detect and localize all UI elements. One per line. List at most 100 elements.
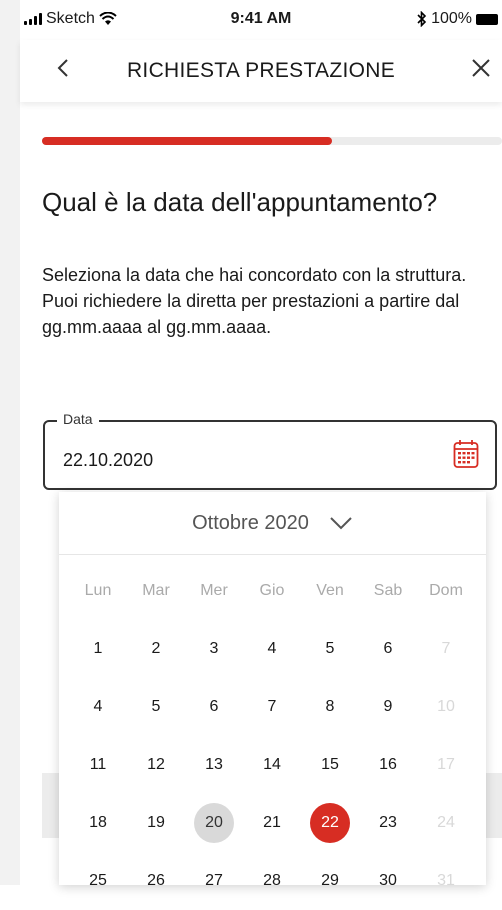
calendar-day[interactable]: 27 xyxy=(185,861,243,901)
calendar-day[interactable]: 21 xyxy=(243,803,301,843)
calendar-day[interactable]: 30 xyxy=(359,861,417,901)
calendar-day-number: 31 xyxy=(437,872,455,889)
calendar-day-number: 5 xyxy=(151,698,161,715)
calendar-day[interactable]: 4 xyxy=(69,687,127,727)
calendar-day-number: 6 xyxy=(383,640,393,657)
calendar-day[interactable]: 8 xyxy=(301,687,359,727)
calendar-day[interactable]: 11 xyxy=(69,745,127,785)
calendar-day-number: 29 xyxy=(321,872,339,889)
calendar-day-number: 11 xyxy=(89,756,107,773)
calendar-day-number: 21 xyxy=(263,814,281,831)
calendar-day[interactable]: 3 xyxy=(185,629,243,669)
calendar-day: 31 xyxy=(417,861,475,901)
calendar-day-number: 18 xyxy=(89,814,107,831)
calendar-week-row: 4 5 6 7 8 9 10 xyxy=(69,678,479,736)
page-title: RICHIESTA PRESTAZIONE xyxy=(126,59,396,82)
calendar-popover: Ottobre 2020 Lun Mar Mer Gio Ven Sab Dom 1 2 3 4 5 6… xyxy=(59,492,486,889)
calendar-day-number: 30 xyxy=(379,872,397,889)
calendar-day[interactable]: 29 xyxy=(301,861,359,901)
weekday-label: Ven xyxy=(316,582,344,599)
calendar-day[interactable]: 20 xyxy=(185,803,243,843)
calendar-day[interactable]: 22 xyxy=(301,803,359,843)
calendar-day[interactable]: 6 xyxy=(185,687,243,727)
calendar-day-number: 4 xyxy=(267,640,277,657)
weekday-header-row: Lun Mar Mer Gio Ven Sab Dom xyxy=(69,562,479,620)
calendar-day[interactable]: 14 xyxy=(243,745,301,785)
calendar-day[interactable]: 7 xyxy=(243,687,301,727)
calendar-icon[interactable] xyxy=(453,439,479,469)
month-selector[interactable]: Ottobre 2020 xyxy=(59,492,486,555)
calendar-day-number: 28 xyxy=(263,872,281,889)
status-right: 100% xyxy=(417,10,498,28)
calendar-day-number: 23 xyxy=(379,814,397,831)
calendar-day[interactable]: 25 xyxy=(69,861,127,901)
close-icon xyxy=(472,59,490,77)
calendar-day[interactable]: 4 xyxy=(243,629,301,669)
progress-fill xyxy=(42,137,332,145)
calendar-day[interactable]: 12 xyxy=(127,745,185,785)
calendar-day[interactable]: 1 xyxy=(69,629,127,669)
left-gutter xyxy=(0,0,20,885)
close-button[interactable] xyxy=(466,53,496,83)
battery-percent: 100% xyxy=(431,10,472,27)
progress-bar xyxy=(42,137,502,145)
chevron-down-icon[interactable] xyxy=(329,516,353,530)
date-field-value[interactable]: 22.10.2020 xyxy=(63,450,153,471)
calendar-day-number: 12 xyxy=(147,756,165,773)
calendar-day-number: 3 xyxy=(209,640,219,657)
calendar-day-number: 9 xyxy=(383,698,393,715)
calendar-day[interactable]: 5 xyxy=(301,629,359,669)
question-description: Seleziona la data che hai concordato con… xyxy=(42,265,467,337)
calendar-day: 10 xyxy=(417,687,475,727)
calendar-day[interactable]: 6 xyxy=(359,629,417,669)
weekday-label: Sab xyxy=(373,582,403,599)
calendar-day-number: 1 xyxy=(93,640,103,657)
calendar-day-number: 13 xyxy=(205,756,223,773)
calendar-day-number: 10 xyxy=(437,698,455,715)
month-label: Ottobre 2020 xyxy=(192,511,309,534)
calendar-day-number: 19 xyxy=(147,814,165,831)
calendar-day[interactable]: 28 xyxy=(243,861,301,901)
calendar-day-number: 20 xyxy=(194,803,234,843)
calendar-day-number: 15 xyxy=(321,756,339,773)
question-heading: Qual è la data dell'appuntamento? xyxy=(42,187,438,217)
calendar-day[interactable]: 16 xyxy=(359,745,417,785)
calendar-day-number: 26 xyxy=(147,872,165,889)
calendar-day[interactable]: 13 xyxy=(185,745,243,785)
calendar-day-number: 14 xyxy=(263,756,281,773)
calendar-day-number: 4 xyxy=(93,698,103,715)
calendar-day-number: 2 xyxy=(151,640,161,657)
calendar-day[interactable]: 2 xyxy=(127,629,185,669)
calendar-day[interactable]: 26 xyxy=(127,861,185,901)
calendar-day-number: 16 xyxy=(379,756,397,773)
date-field[interactable]: Data 22.10.2020 xyxy=(43,411,497,490)
app-header: RICHIESTA PRESTAZIONE xyxy=(20,40,502,102)
calendar-day-number: 7 xyxy=(441,640,451,657)
battery-icon xyxy=(476,13,498,25)
calendar-week-row: 1 2 3 4 5 6 7 xyxy=(69,620,479,678)
calendar-week-row: 11 12 13 14 15 16 17 xyxy=(69,736,479,794)
calendar-day-number: 22 xyxy=(310,803,350,843)
weekday-label: Lun xyxy=(84,582,112,599)
calendar-day-number: 25 xyxy=(89,872,107,889)
bluetooth-icon xyxy=(417,11,427,27)
calendar-week-row: 18 19 20 21 22 23 24 xyxy=(69,794,479,852)
calendar-day-number: 7 xyxy=(267,698,277,715)
calendar-day[interactable]: 18 xyxy=(69,803,127,843)
calendar-day[interactable]: 9 xyxy=(359,687,417,727)
weekday-label: Dom xyxy=(429,582,463,599)
calendar-day[interactable]: 15 xyxy=(301,745,359,785)
weekday-label: Gio xyxy=(259,582,285,599)
calendar-day[interactable]: 23 xyxy=(359,803,417,843)
calendar-grid: Lun Mar Mer Gio Ven Sab Dom 1 2 3 4 5 6 7 4 5 6 7 8 9 10 11 12… xyxy=(69,562,479,910)
calendar-day: 17 xyxy=(417,745,475,785)
calendar-day-number: 17 xyxy=(437,756,455,773)
calendar-day[interactable]: 5 xyxy=(127,687,185,727)
calendar-day: 7 xyxy=(417,629,475,669)
calendar-day[interactable]: 19 xyxy=(127,803,185,843)
calendar-week-row: 25 26 27 28 29 30 31 xyxy=(69,852,479,910)
weekday-label: Mar xyxy=(142,582,170,599)
calendar-day: 24 xyxy=(417,803,475,843)
date-field-label: Data xyxy=(57,411,99,427)
calendar-day-number: 8 xyxy=(325,698,335,715)
